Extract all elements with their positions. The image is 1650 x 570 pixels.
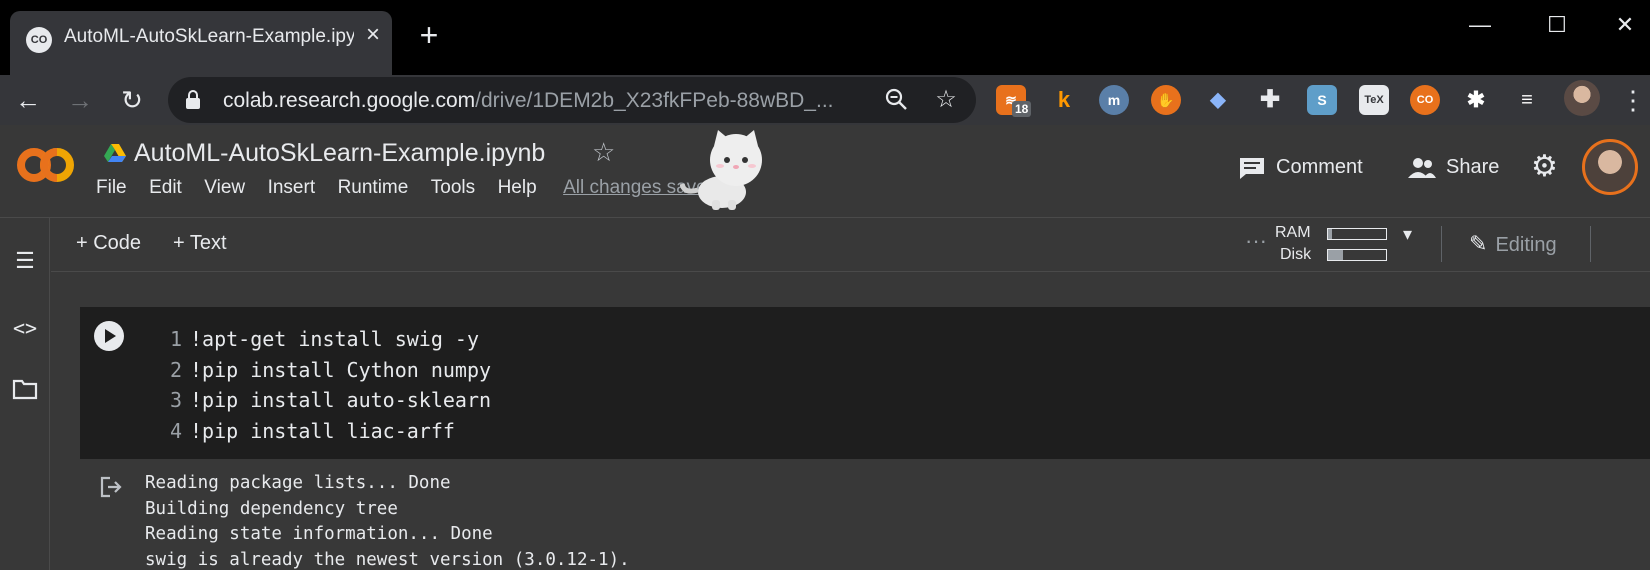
- add-code-button[interactable]: + Code: [76, 232, 141, 255]
- disk-label: Disk: [1280, 246, 1312, 263]
- star-notebook-icon[interactable]: ☆: [592, 137, 615, 168]
- notebook-title[interactable]: AutoML-AutoSkLearn-Example.ipynb: [134, 139, 545, 168]
- maximize-button[interactable]: ☐: [1527, 5, 1587, 45]
- back-arrow-icon[interactable]: ←: [10, 82, 46, 118]
- code-line: 3 !pip install auto-sklearn: [158, 385, 491, 416]
- hand-extension-icon[interactable]: ✋: [1151, 85, 1181, 115]
- tab-title: AutoML-AutoSkLearn-Example.ipynb - Colab…: [64, 26, 354, 47]
- output-line: swig is already the newest version (3.0.…: [145, 549, 630, 570]
- s-extension-icon[interactable]: S: [1307, 85, 1337, 115]
- graduation-cap-extension-icon[interactable]: ◆: [1203, 85, 1233, 115]
- line-number: 1: [169, 327, 182, 351]
- add-text-button[interactable]: + Text: [173, 232, 227, 255]
- menu-edit[interactable]: Edit: [149, 177, 182, 199]
- ram-usage-bar[interactable]: [1327, 228, 1387, 240]
- editing-mode-button[interactable]: ✎ Editing: [1469, 231, 1557, 257]
- line-number: 2: [169, 357, 182, 382]
- ram-label: RAM: [1275, 224, 1311, 241]
- share-button[interactable]: Share: [1408, 150, 1499, 184]
- comment-label: Comment: [1276, 156, 1363, 178]
- code-line: 2 !pip install Cython numpy: [158, 355, 491, 386]
- browser-menu-icon[interactable]: ⋮: [1620, 83, 1646, 117]
- extension-badge: 18: [1012, 101, 1032, 117]
- tex-extension-icon[interactable]: TeX: [1359, 85, 1389, 115]
- colab-extension-icon[interactable]: CO: [1410, 85, 1440, 115]
- plus-extension-icon[interactable]: ✚: [1255, 85, 1285, 115]
- media-queue-icon[interactable]: ≡: [1512, 85, 1542, 115]
- code-text: !apt-get install swig -y: [190, 327, 479, 351]
- code-line: 1 !apt-get install swig -y: [158, 324, 491, 355]
- code-text: !pip install Cython numpy: [190, 357, 492, 382]
- settings-gear-icon[interactable]: ⚙: [1531, 149, 1558, 184]
- k-extension-icon[interactable]: k: [1049, 85, 1079, 115]
- output-line: Building dependency tree: [145, 498, 398, 519]
- code-editor[interactable]: 1 !apt-get install swig -y 2 !pip install C…: [158, 324, 491, 446]
- more-options-icon[interactable]: ···: [1245, 228, 1267, 254]
- comment-icon: [1238, 156, 1266, 180]
- zoom-icon[interactable]: [882, 86, 910, 114]
- url-host: colab.research.google.com: [223, 89, 476, 112]
- output-line: Reading package lists... Done: [145, 473, 451, 493]
- runtime-dropdown-icon[interactable]: ▾: [1403, 224, 1412, 245]
- drive-icon: [104, 143, 126, 163]
- account-avatar[interactable]: [1582, 139, 1638, 195]
- code-line: 4 !pip install liac-arff: [158, 416, 491, 447]
- menu-tools[interactable]: Tools: [431, 177, 475, 199]
- browser-toolbar: ← → ↻ colab.research.google.com/drive/1D…: [0, 75, 1650, 125]
- notebook-toolbar: + Code + Text ··· RAM Disk ▾ ✎Editing ⌃: [51, 218, 1650, 272]
- menu-runtime[interactable]: Runtime: [338, 177, 409, 199]
- code-cell[interactable]: 1 !apt-get install swig -y 2 !pip install C…: [80, 307, 1650, 459]
- line-number: 4: [169, 418, 182, 443]
- new-tab-button[interactable]: +: [412, 18, 446, 52]
- pencil-icon: ✎: [1469, 231, 1488, 256]
- output-line: Reading state information... Done: [145, 524, 493, 544]
- lock-icon: [186, 90, 200, 110]
- bookmark-star-icon[interactable]: ☆: [932, 86, 960, 114]
- reload-icon[interactable]: ↻: [114, 82, 150, 118]
- code-text: !pip install auto-sklearn: [190, 388, 492, 412]
- disk-usage-bar[interactable]: [1327, 249, 1387, 261]
- side-rail: ☰ <>: [0, 218, 50, 570]
- profile-avatar[interactable]: [1564, 80, 1600, 116]
- ram-usage-fill: [1328, 229, 1333, 239]
- run-cell-button[interactable]: [94, 321, 124, 351]
- menu-file[interactable]: File: [96, 177, 127, 199]
- share-people-icon: [1408, 156, 1436, 180]
- code-text: !pip install liac-arff: [190, 418, 455, 443]
- menu-view[interactable]: View: [204, 177, 245, 199]
- table-of-contents-icon[interactable]: ☰: [10, 246, 40, 276]
- kitty-mascot-icon: [679, 130, 790, 212]
- colab-header: AutoML-AutoSkLearn-Example.ipynb ☆ File …: [0, 125, 1650, 218]
- url-text[interactable]: colab.research.google.com/drive/1DEM2b_X…: [223, 89, 834, 113]
- menu-insert[interactable]: Insert: [268, 177, 316, 199]
- close-window-button[interactable]: ✕: [1600, 5, 1650, 45]
- menu-bar: File Edit View Insert Runtime Tools Help…: [96, 177, 717, 203]
- cell-output: Reading package lists... Done Building de…: [145, 471, 630, 570]
- colab-favicon-icon: CO: [26, 27, 52, 53]
- rss-extension-icon[interactable]: ≋ 18: [996, 85, 1032, 117]
- forward-arrow-icon[interactable]: →: [62, 82, 98, 118]
- toolbar-divider: [1590, 226, 1591, 262]
- menu-help[interactable]: Help: [498, 177, 537, 199]
- minimize-button[interactable]: —: [1450, 5, 1510, 45]
- toolbar-divider: [1441, 226, 1442, 262]
- code-snippets-icon[interactable]: <>: [10, 313, 40, 343]
- m-extension-icon[interactable]: m: [1099, 85, 1129, 115]
- url-path: /drive/1DEM2b_X23fkFPeb-88wBD_...: [475, 89, 834, 112]
- output-actions-icon[interactable]: [98, 474, 124, 500]
- editing-label: Editing: [1495, 234, 1557, 256]
- comment-button[interactable]: Comment: [1238, 150, 1363, 184]
- browser-tab[interactable]: CO AutoML-AutoSkLearn-Example.ipynb - Co…: [10, 11, 392, 75]
- address-bar[interactable]: colab.research.google.com/drive/1DEM2b_X…: [168, 77, 976, 123]
- colab-logo[interactable]: [14, 143, 76, 187]
- puzzle-extensions-icon[interactable]: ✱: [1461, 85, 1491, 115]
- tab-close-icon[interactable]: ×: [359, 21, 387, 49]
- disk-usage-fill: [1328, 250, 1343, 260]
- share-label: Share: [1446, 156, 1500, 178]
- files-folder-icon[interactable]: [10, 378, 40, 408]
- line-number: 3: [169, 388, 182, 412]
- browser-tab-strip: CO AutoML-AutoSkLearn-Example.ipynb - Co…: [0, 0, 1650, 75]
